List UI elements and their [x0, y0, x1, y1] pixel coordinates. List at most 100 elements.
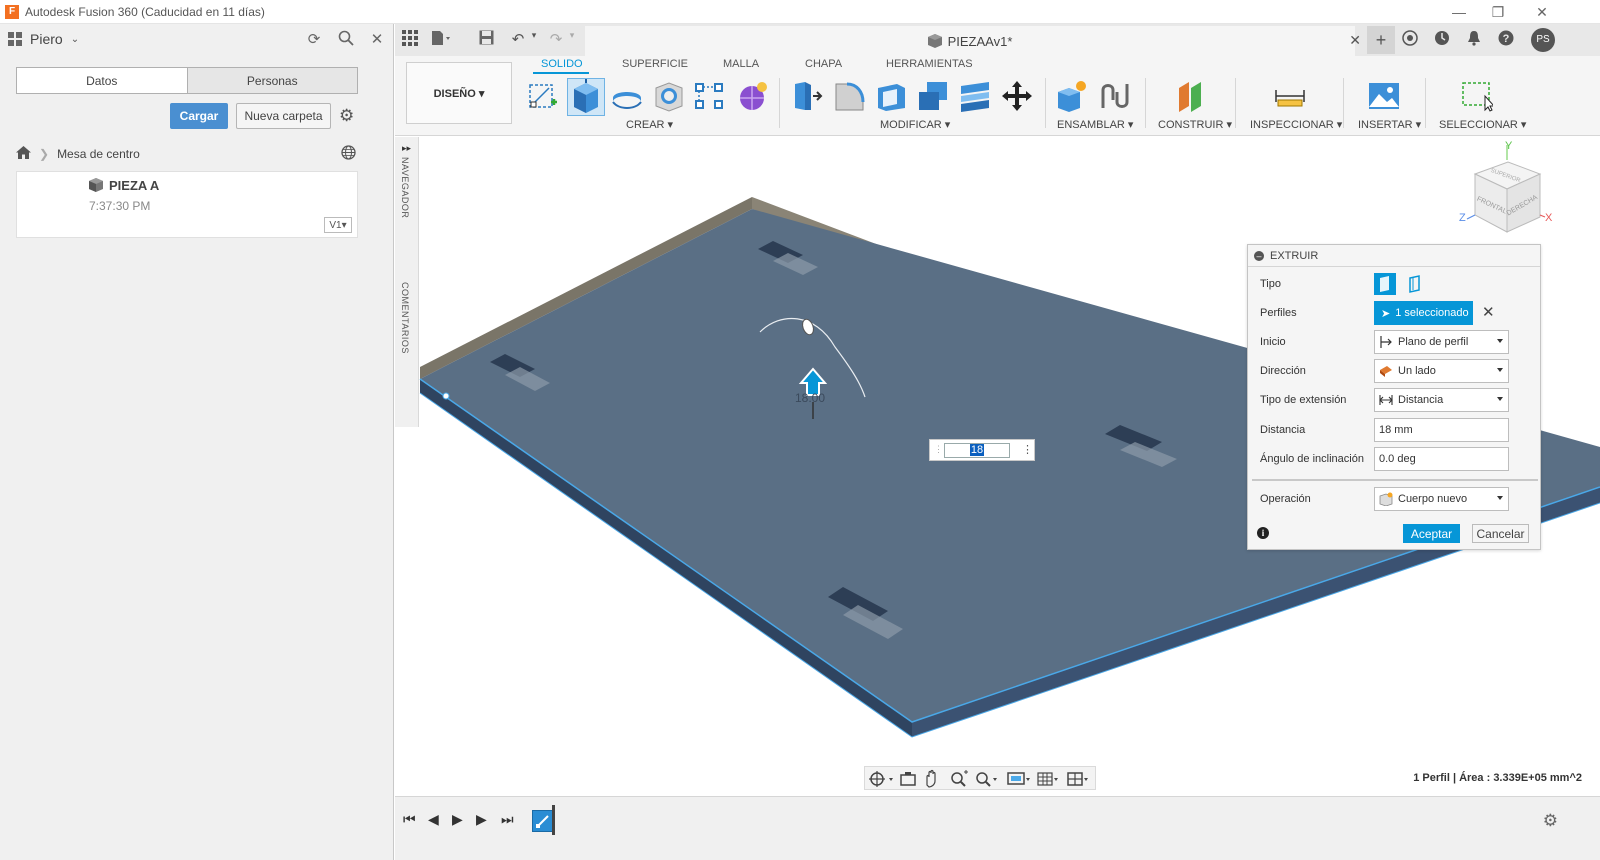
tab-chapa[interactable]: CHAPA	[805, 58, 842, 70]
joint-icon[interactable]	[1099, 80, 1131, 112]
operation-select[interactable]: Cuerpo nuevo	[1374, 487, 1509, 511]
timeline-last-icon[interactable]: ⏭	[501, 811, 514, 828]
help-icon[interactable]: ?	[1495, 30, 1517, 50]
orbit-icon[interactable]	[869, 771, 893, 787]
expand-arrow-icon[interactable]: ▸▸	[402, 143, 411, 154]
cancel-button[interactable]: Cancelar	[1472, 524, 1529, 543]
timeline-sketch-feature[interactable]	[532, 810, 554, 832]
group-construir[interactable]: CONSTRUIR ▾	[1158, 118, 1232, 131]
maximize-button[interactable]: ❐	[1475, 0, 1521, 24]
select-box-icon[interactable]	[1461, 80, 1496, 112]
extrude-tool-icon[interactable]	[567, 77, 605, 116]
tab-datos[interactable]: Datos	[17, 68, 187, 93]
home-icon[interactable]	[16, 146, 31, 162]
comments-label[interactable]: COMENTARIOS	[400, 282, 410, 354]
collapse-icon[interactable]: –	[1254, 250, 1264, 261]
measure-icon[interactable]	[1274, 80, 1306, 112]
insert-image-icon[interactable]	[1368, 80, 1400, 112]
info-icon[interactable]: i	[1257, 527, 1269, 539]
distance-input[interactable]: 18 mm	[1374, 418, 1509, 442]
timeline-settings-gear-icon[interactable]: ⚙	[1543, 811, 1558, 831]
thin-type-icon[interactable]	[1404, 273, 1426, 295]
drag-handle-icon[interactable]: ⋮	[934, 444, 943, 455]
shell-icon[interactable]	[875, 80, 907, 112]
distance-value-box[interactable]: ⋮ 18 ⋮	[929, 439, 1035, 461]
revolve-icon[interactable]	[611, 80, 643, 112]
user-name[interactable]: Piero	[30, 31, 63, 47]
fillet-icon[interactable]	[833, 80, 865, 112]
hole-icon[interactable]	[653, 80, 685, 112]
taper-angle-input[interactable]: 0.0 deg	[1374, 447, 1509, 471]
user-avatar[interactable]: PS	[1531, 28, 1555, 52]
save-icon[interactable]	[475, 30, 497, 50]
tab-herramientas[interactable]: HERRAMIENTAS	[886, 58, 973, 70]
breadcrumb-project[interactable]: Mesa de centro	[57, 147, 140, 161]
upload-button[interactable]: Cargar	[170, 103, 228, 129]
extensions-icon[interactable]	[1399, 30, 1421, 50]
data-panel-grid-icon[interactable]	[399, 30, 421, 50]
profiles-selection-button[interactable]: ➤ 1 seleccionado	[1374, 301, 1473, 325]
group-crear[interactable]: CREAR ▾	[626, 118, 673, 131]
group-modificar[interactable]: MODIFICAR ▾	[880, 118, 950, 131]
split-body-icon[interactable]	[959, 80, 991, 112]
new-folder-button[interactable]: Nueva carpeta	[236, 103, 331, 129]
close-icon[interactable]: ✕	[367, 30, 387, 50]
document-tab[interactable]: PIEZAAv1* ✕	[585, 26, 1361, 56]
group-inspeccionar[interactable]: INSPECCIONAR ▾	[1250, 118, 1342, 131]
timeline-marker[interactable]	[552, 805, 555, 835]
form-icon[interactable]	[737, 80, 769, 112]
viewports-icon[interactable]	[1067, 772, 1088, 786]
clear-selection-icon[interactable]: ✕	[1482, 303, 1495, 321]
apps-grid-icon[interactable]	[8, 32, 22, 46]
new-tab-plus-icon[interactable]: +	[1367, 26, 1395, 54]
pan-hand-icon[interactable]	[926, 769, 936, 788]
zoom-icon[interactable]	[951, 770, 968, 787]
extrude-dialog-header[interactable]: – EXTRUIR	[1248, 245, 1540, 267]
group-seleccionar[interactable]: SELECCIONAR ▾	[1439, 118, 1526, 131]
offset-plane-icon[interactable]	[1175, 80, 1207, 112]
tab-malla[interactable]: MALLA	[723, 58, 759, 70]
grid-settings-icon[interactable]	[1037, 772, 1058, 786]
more-options-icon[interactable]: ⋮	[1022, 443, 1033, 456]
tab-personas[interactable]: Personas	[186, 68, 357, 93]
timeline-previous-icon[interactable]: ◀	[428, 811, 439, 828]
tab-solido[interactable]: SOLIDO	[541, 58, 583, 70]
file-menu-icon[interactable]	[431, 30, 453, 50]
combine-icon[interactable]	[917, 80, 949, 112]
pattern-icon[interactable]	[693, 80, 725, 112]
timeline-play-icon[interactable]: ▶	[452, 811, 463, 828]
redo-dropdown-icon[interactable]: ▾	[561, 30, 583, 50]
file-card[interactable]: PIEZA A 7:37:30 PM V1▾	[16, 171, 358, 238]
timeline-next-icon[interactable]: ▶	[476, 811, 487, 828]
close-tab-icon[interactable]: ✕	[1349, 32, 1361, 49]
fit-zoom-icon[interactable]	[976, 772, 997, 787]
file-name[interactable]: PIEZA A	[109, 178, 159, 193]
search-icon[interactable]	[336, 30, 356, 50]
chevron-down-icon[interactable]: ⌄	[71, 34, 79, 45]
globe-icon[interactable]	[341, 145, 356, 163]
timeline-first-icon[interactable]: ⏮	[403, 811, 416, 828]
undo-dropdown-icon[interactable]: ▾	[523, 30, 545, 50]
new-component-icon[interactable]	[1055, 80, 1087, 112]
version-dropdown[interactable]: V1▾	[324, 217, 352, 233]
distance-value-input[interactable]: 18	[944, 443, 1010, 458]
gear-icon[interactable]: ⚙	[339, 106, 354, 126]
press-pull-icon[interactable]	[791, 80, 823, 112]
create-sketch-icon[interactable]	[527, 80, 559, 112]
extent-select[interactable]: Distancia	[1374, 388, 1509, 412]
tab-superficie[interactable]: SUPERFICIE	[622, 58, 688, 70]
group-ensamblar[interactable]: ENSAMBLAR ▾	[1057, 118, 1133, 131]
solid-type-icon[interactable]	[1374, 273, 1396, 295]
look-at-icon[interactable]	[900, 772, 916, 786]
viewcube[interactable]: SUPERIOR FRONTAL DERECHA Y Z X	[1459, 140, 1553, 233]
close-window-button[interactable]: ✕	[1519, 0, 1565, 24]
refresh-icon[interactable]: ⟳	[304, 30, 324, 50]
navigator-label[interactable]: NAVEGADOR	[400, 157, 410, 218]
direction-select[interactable]: Un lado	[1374, 359, 1509, 383]
ok-button[interactable]: Aceptar	[1403, 524, 1460, 543]
notifications-bell-icon[interactable]	[1463, 30, 1485, 50]
display-settings-icon[interactable]	[1007, 772, 1030, 785]
move-copy-icon[interactable]	[1001, 80, 1033, 112]
job-status-clock-icon[interactable]	[1431, 30, 1453, 50]
group-insertar[interactable]: INSERTAR ▾	[1358, 118, 1421, 131]
